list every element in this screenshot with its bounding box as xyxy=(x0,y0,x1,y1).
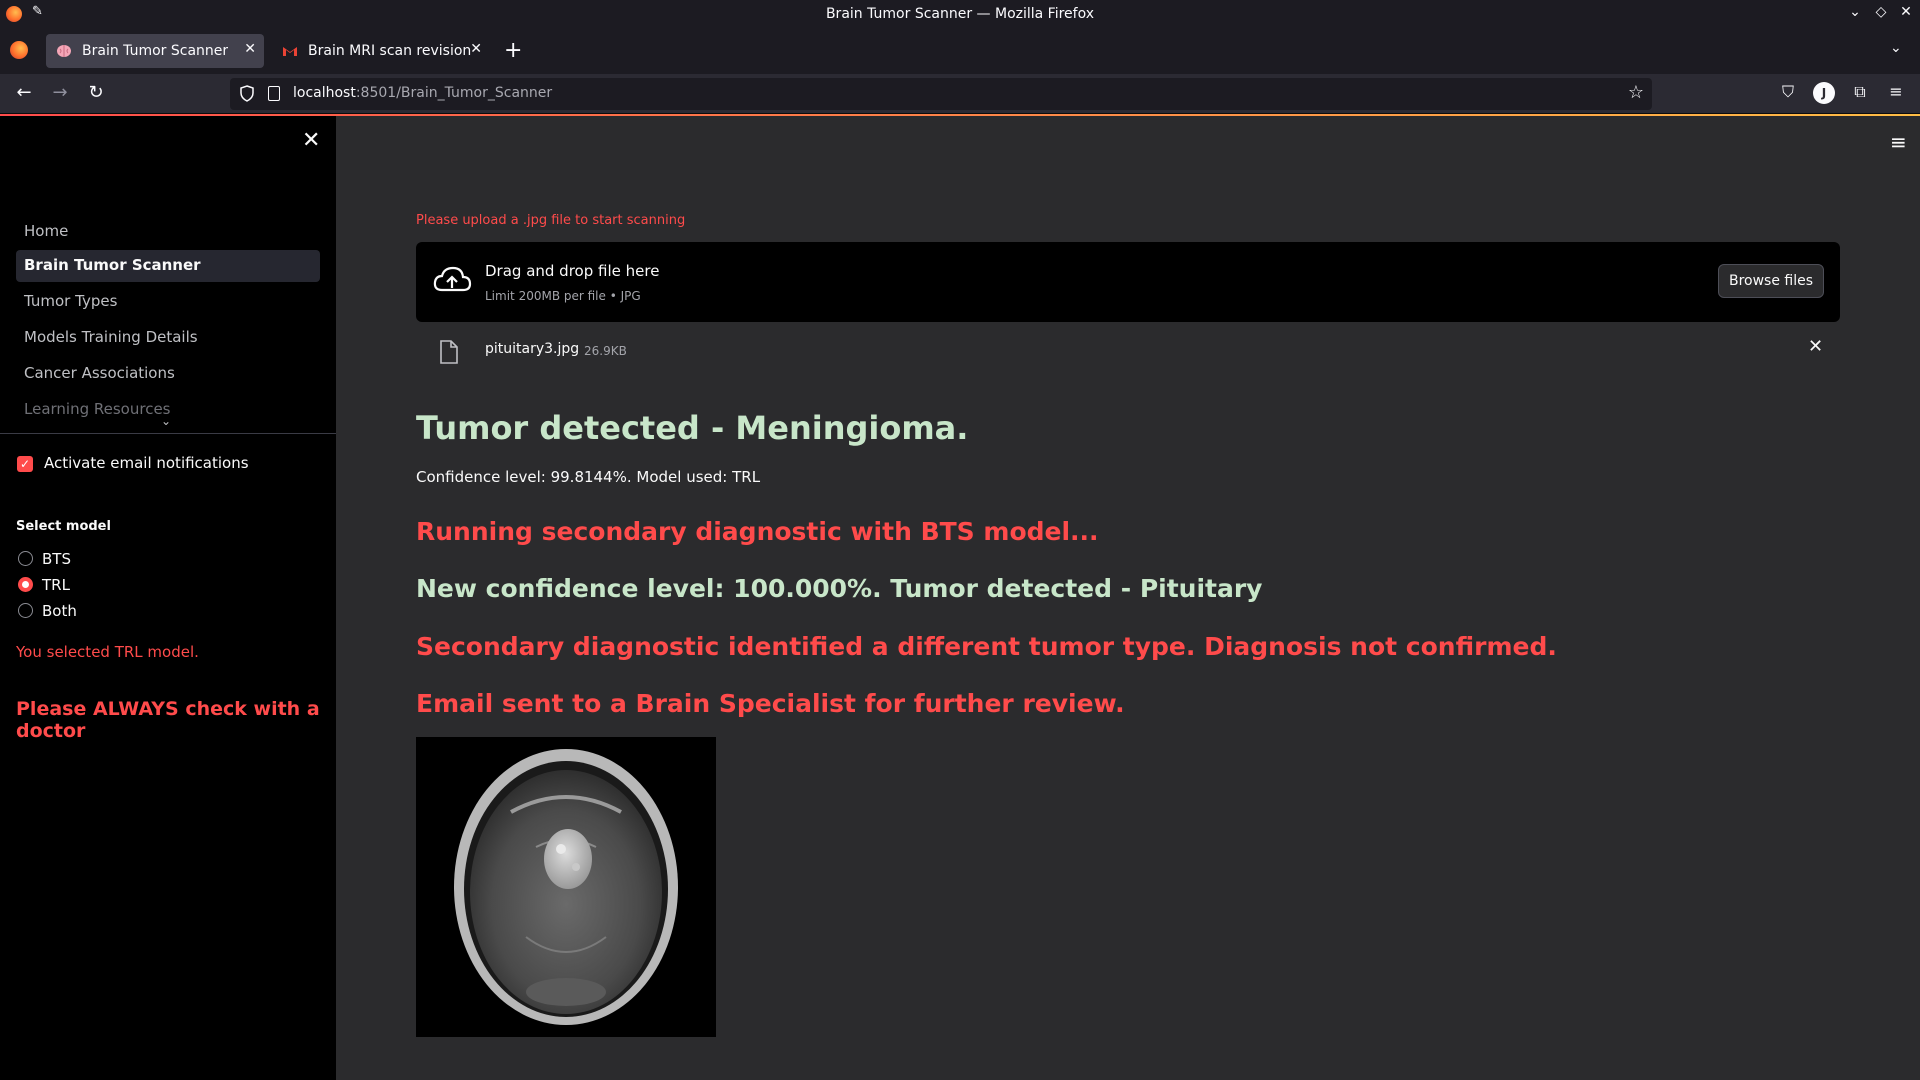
gmail-icon xyxy=(283,47,297,56)
mismatch-warning: Secondary diagnostic identified a differ… xyxy=(416,632,1557,661)
pocket-icon[interactable]: ⛉ xyxy=(1777,82,1799,104)
detection-heading: Tumor detected - Meningioma. xyxy=(416,409,969,447)
uploaded-file-size: 26.9KB xyxy=(584,344,627,358)
radio-label-bts[interactable]: BTS xyxy=(42,550,71,568)
bookmark-star-icon[interactable]: ☆ xyxy=(1628,82,1644,103)
page-info-icon[interactable] xyxy=(268,86,280,101)
app-menu-icon[interactable]: ≡ xyxy=(1890,130,1907,154)
window-title: Brain Tumor Scanner — Mozilla Firefox xyxy=(825,6,1095,22)
close-tab-icon[interactable]: ✕ xyxy=(244,41,256,57)
radio-label-trl[interactable]: TRL xyxy=(42,576,70,594)
tab-brain-mri-email[interactable]: Brain MRI scan revision ne ✕ xyxy=(272,34,490,68)
extensions-icon[interactable]: ⧉ xyxy=(1849,82,1871,104)
close-tab-icon[interactable]: ✕ xyxy=(470,41,482,57)
main-content: ≡ Please upload a .jpg file to start sca… xyxy=(336,116,1920,1080)
upload-hint: Please upload a .jpg file to start scann… xyxy=(416,213,686,228)
account-avatar-icon[interactable]: J xyxy=(1813,82,1835,104)
tab-label: Brain MRI scan revision ne xyxy=(308,43,474,59)
minimize-icon[interactable]: ⌄ xyxy=(1846,4,1864,20)
list-all-tabs-icon[interactable]: ⌄ xyxy=(1890,40,1902,56)
select-model-label: Select model xyxy=(16,519,111,534)
navigation-toolbar: ← → ↻ localhost:8501/Brain_Tumor_Scanner… xyxy=(0,74,1920,114)
url-text[interactable]: localhost:8501/Brain_Tumor_Scanner xyxy=(293,85,552,101)
dropzone-title: Drag and drop file here xyxy=(485,262,660,280)
sidebar: ✕ Home Brain Tumor Scanner Tumor Types M… xyxy=(0,116,336,1080)
doctor-warning: Please ALWAYS check with a doctor xyxy=(16,698,320,742)
dropzone-subtitle: Limit 200MB per file • JPG xyxy=(485,289,641,303)
tracking-protection-shield-icon[interactable] xyxy=(240,85,254,102)
radio-trl[interactable] xyxy=(18,577,33,592)
confidence-text: Confidence level: 99.8144%. Model used: … xyxy=(416,468,761,486)
selected-model-message: You selected TRL model. xyxy=(16,643,199,661)
radio-bts[interactable] xyxy=(18,551,33,566)
cloud-upload-icon xyxy=(433,266,472,292)
radio-label-both[interactable]: Both xyxy=(42,602,77,620)
tab-brain-tumor-scanner[interactable]: Brain Tumor Scanner ✕ xyxy=(46,34,264,68)
file-dropzone[interactable]: Drag and drop file here Limit 200MB per … xyxy=(416,242,1840,322)
forward-icon[interactable]: → xyxy=(48,82,72,103)
sidebar-item-tumor-types[interactable]: Tumor Types xyxy=(16,286,320,318)
sidebar-divider xyxy=(0,433,336,434)
browse-files-button[interactable]: Browse files xyxy=(1718,264,1824,298)
sidebar-item-brain-tumor-scanner[interactable]: Brain Tumor Scanner xyxy=(16,250,320,282)
secondary-running-text: Running secondary diagnostic with BTS mo… xyxy=(416,517,1099,546)
close-sidebar-icon[interactable]: ✕ xyxy=(302,128,320,153)
back-icon[interactable]: ← xyxy=(12,82,36,103)
email-notifications-label[interactable]: Activate email notifications xyxy=(44,454,249,472)
url-bar[interactable]: localhost:8501/Brain_Tumor_Scanner ☆ xyxy=(230,78,1652,110)
new-tab-icon[interactable]: + xyxy=(504,38,522,63)
chevron-down-icon[interactable]: ⌄ xyxy=(161,414,171,428)
sidebar-item-models-training-details[interactable]: Models Training Details xyxy=(16,322,320,354)
email-sent-text: Email sent to a Brain Specialist for fur… xyxy=(416,689,1125,718)
hamburger-menu-icon[interactable]: ≡ xyxy=(1885,82,1907,104)
reload-icon[interactable]: ↻ xyxy=(84,82,108,103)
close-window-icon[interactable]: ✕ xyxy=(1897,4,1915,20)
firefox-view-icon[interactable] xyxy=(10,41,28,59)
radio-both[interactable] xyxy=(18,603,33,618)
uploaded-file-name: pituitary3.jpg xyxy=(485,341,580,357)
file-icon xyxy=(440,340,458,364)
sidebar-item-home[interactable]: Home xyxy=(16,216,320,248)
maximize-icon[interactable]: ◇ xyxy=(1872,4,1890,20)
remove-file-icon[interactable]: ✕ xyxy=(1808,336,1823,357)
brain-icon xyxy=(57,45,71,57)
tab-label: Brain Tumor Scanner xyxy=(82,43,229,59)
mri-scan-image xyxy=(416,737,716,1037)
new-confidence-text: New confidence level: 100.000%. Tumor de… xyxy=(416,574,1263,603)
window-titlebar: ✎ Brain Tumor Scanner — Mozilla Firefox … xyxy=(0,0,1920,28)
email-notifications-checkbox[interactable]: ✓ xyxy=(17,456,33,472)
sidebar-item-cancer-associations[interactable]: Cancer Associations xyxy=(16,358,320,390)
